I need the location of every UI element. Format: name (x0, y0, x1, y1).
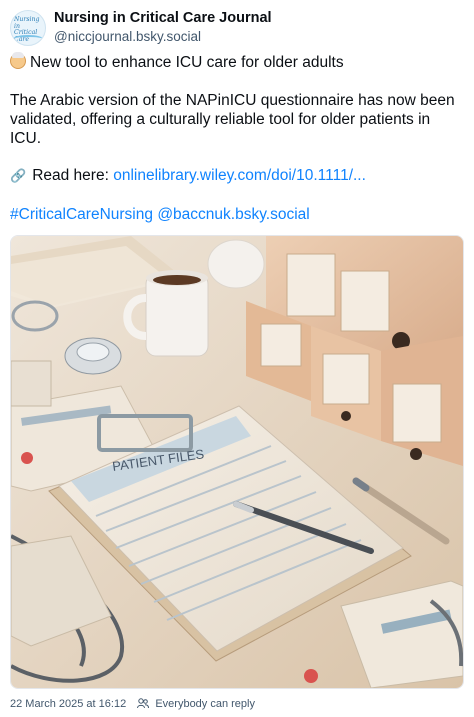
post-timestamp[interactable]: 22 March 2025 at 16:12 (10, 698, 126, 710)
post-body-line-3: ICU. (10, 130, 41, 147)
people-icon (137, 698, 150, 709)
tags-line: #CriticalCareNursing @baccnuk.bsky.socia… (10, 206, 464, 224)
post-illustration: PATIENT FILES (11, 236, 463, 688)
older-person-emoji-icon (10, 52, 26, 69)
link-emoji-icon: 🔗 (10, 168, 27, 183)
post-body-line-2: validated, offering a culturally reliabl… (10, 111, 431, 128)
post-headline: New tool to enhance ICU care for older a… (10, 52, 464, 72)
hashtag-link[interactable]: #CriticalCareNursing (10, 206, 153, 223)
avatar[interactable]: Nursing in Critical Care (10, 10, 46, 46)
author-handle[interactable]: @niccjournal.bsky.social (54, 29, 201, 44)
post-headline-text: New tool to enhance ICU care for older a… (30, 54, 344, 71)
post-header: Nursing in Critical Care Nursing in Crit… (10, 8, 464, 46)
read-here-line: 🔗 Read here: onlinelibrary.wiley.com/doi/… (10, 167, 464, 185)
reply-setting[interactable]: Everybody can reply (155, 698, 255, 710)
read-here-label: Read here: (32, 167, 109, 184)
article-link[interactable]: onlinelibrary.wiley.com/doi/10.1111/... (113, 167, 366, 184)
avatar-swoosh (13, 35, 43, 43)
stethoscope-chest-piece (64, 337, 122, 375)
post-image[interactable]: PATIENT FILES (10, 235, 464, 689)
author-name[interactable]: Nursing in Critical Care Journal (54, 10, 272, 26)
post-footer: 22 March 2025 at 16:12 Everybody can rep… (10, 698, 255, 710)
post-body-line-1: The Arabic version of the NAPinICU quest… (10, 92, 455, 109)
mention-link[interactable]: @baccnuk.bsky.social (157, 206, 309, 223)
left-folder-edge (11, 360, 52, 407)
lamp-base (207, 239, 265, 289)
